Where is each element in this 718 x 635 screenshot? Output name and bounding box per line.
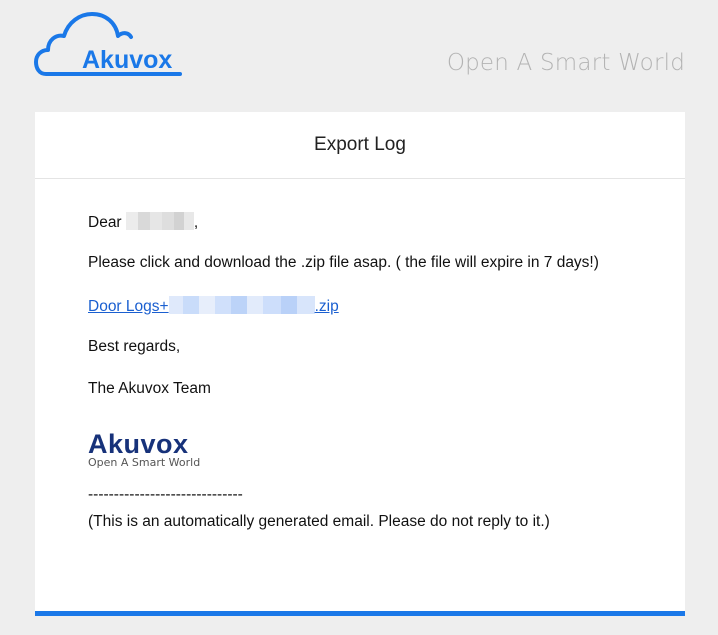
- divider-dashes: ------------------------------: [88, 486, 243, 503]
- greeting-suffix: ,: [193, 214, 199, 231]
- footer-logo-wordmark: Akuvox: [88, 429, 189, 459]
- card-title: Export Log: [314, 134, 406, 155]
- redacted-file-name: [168, 296, 315, 314]
- akuvox-logo: Akuvox: [34, 10, 184, 80]
- logo-wordmark: Akuvox: [82, 46, 173, 74]
- download-file-link[interactable]: Door Logs+ .zip: [88, 296, 339, 315]
- footer-logo-tagline: Open A Smart World: [88, 456, 201, 469]
- auto-generated-notice: (This is an automatically generated emai…: [88, 513, 550, 530]
- email-header: Akuvox Open A Smart World: [0, 0, 718, 112]
- header-tagline: Open A Smart World: [446, 50, 685, 76]
- redacted-recipient-name: [125, 212, 194, 230]
- footer-akuvox-logo: Akuvox Open A Smart World: [88, 430, 200, 469]
- greeting-prefix: Dear: [88, 214, 126, 231]
- link-prefix: Door Logs+: [88, 298, 169, 315]
- card-title-bar: Export Log: [35, 112, 685, 179]
- greeting-line: Dear ,: [88, 212, 198, 232]
- email-card: Export Log Dear , Please click and downl…: [35, 112, 685, 616]
- signature-text: The Akuvox Team: [88, 380, 211, 397]
- closing-text: Best regards,: [88, 338, 181, 355]
- message-text: Please click and download the .zip file …: [88, 254, 599, 271]
- card-bottom-accent-bar: [35, 611, 685, 616]
- link-suffix: .zip: [314, 298, 339, 315]
- download-link-line: Door Logs+ .zip: [88, 296, 339, 316]
